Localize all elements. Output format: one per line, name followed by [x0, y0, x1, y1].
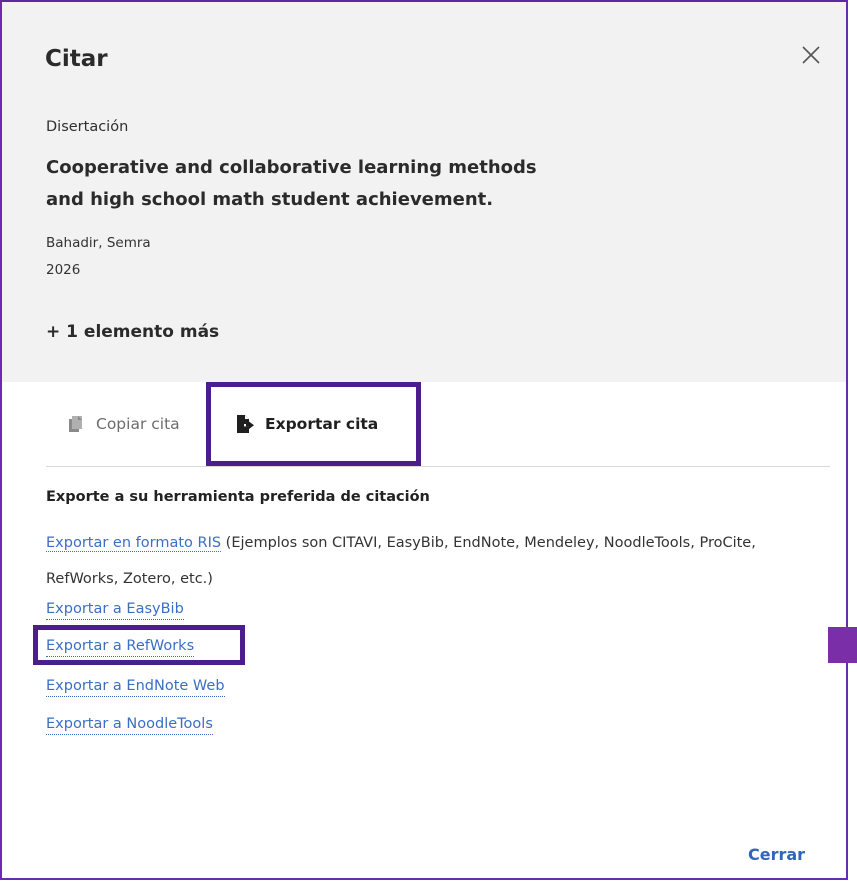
export-heading: Exporte a su herramienta preferida de ci… — [46, 489, 430, 505]
more-items-toggle[interactable]: + 1 elemento más — [46, 322, 219, 342]
export-document-icon — [235, 414, 255, 434]
record-author: Bahadir, Semra — [46, 235, 151, 251]
export-easybib-link[interactable]: Exportar a EasyBib — [46, 599, 184, 620]
tab-export-citation[interactable]: Exportar cita — [206, 382, 421, 466]
export-refworks-link[interactable]: Exportar a RefWorks — [46, 636, 195, 657]
dialog-title: Citar — [45, 46, 108, 72]
dialog-header: Citar Disertación Cooperative and collab… — [2, 2, 846, 382]
tab-copy-citation[interactable]: Copiar cita — [66, 382, 180, 466]
export-ris-link[interactable]: Exportar en formato RIS — [46, 535, 222, 552]
cite-dialog: Citar Disertación Cooperative and collab… — [0, 0, 848, 880]
record-type: Disertación — [46, 119, 129, 135]
tab-export-label: Exportar cita — [265, 415, 379, 433]
export-noodletools-link[interactable]: Exportar a NoodleTools — [46, 714, 213, 735]
export-endnote-web-link[interactable]: Exportar a EndNote Web — [46, 676, 225, 697]
record-title: Cooperative and collaborative learning m… — [46, 152, 606, 216]
record-title-line2: and high school math student achievement… — [46, 189, 494, 210]
copy-document-icon — [66, 414, 86, 434]
record-year: 2026 — [46, 262, 81, 278]
cite-tabs: Copiar cita Exportar cita — [46, 382, 830, 467]
side-accent-square — [828, 627, 857, 663]
ris-export-line: Exportar en formato RIS (Ejemplos son CI… — [46, 525, 786, 597]
close-x-icon[interactable] — [798, 42, 824, 68]
record-title-line1: Cooperative and collaborative learning m… — [46, 157, 537, 178]
tab-copy-label: Copiar cita — [96, 415, 180, 433]
close-button[interactable]: Cerrar — [748, 845, 805, 864]
page: Citar Disertación Cooperative and collab… — [0, 0, 857, 885]
